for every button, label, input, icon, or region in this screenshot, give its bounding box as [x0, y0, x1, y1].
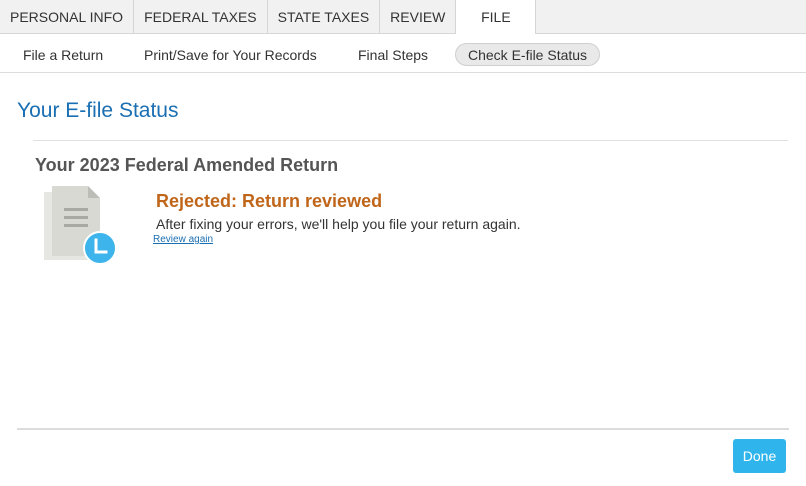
section-title: Your 2023 Federal Amended Return [35, 155, 339, 175]
tab-state-taxes[interactable]: STATE TAXES [268, 0, 381, 34]
done-button[interactable]: Done [733, 439, 786, 473]
tab-personal-info[interactable]: PERSONAL INFO [0, 0, 135, 34]
status-title: Rejected: Return reviewed [156, 191, 383, 211]
subnav-check-efile-status[interactable]: Check E-file Status [455, 43, 601, 66]
tab-file[interactable]: FILE [456, 0, 537, 35]
tab-federal-taxes[interactable]: FEDERAL TAXES [134, 0, 268, 34]
divider [33, 140, 788, 141]
tab-review[interactable]: REVIEW [380, 0, 457, 34]
review-again-link[interactable]: Review again [153, 234, 213, 245]
page-title: Your E-file Status [17, 99, 179, 122]
subnav-file-a-return[interactable]: File a Return [23, 43, 103, 66]
status-description: After fixing your errors, we'll help you… [156, 216, 521, 232]
top-tab-bar: PERSONAL INFO FEDERAL TAXES STATE TAXES … [0, 0, 806, 35]
document-clock-icon [42, 186, 118, 266]
subnav-print-save[interactable]: Print/Save for Your Records [144, 43, 317, 66]
footer-divider [17, 428, 789, 430]
sub-navigation: File a Return Print/Save for Your Record… [0, 34, 806, 73]
subnav-final-steps[interactable]: Final Steps [358, 43, 428, 66]
